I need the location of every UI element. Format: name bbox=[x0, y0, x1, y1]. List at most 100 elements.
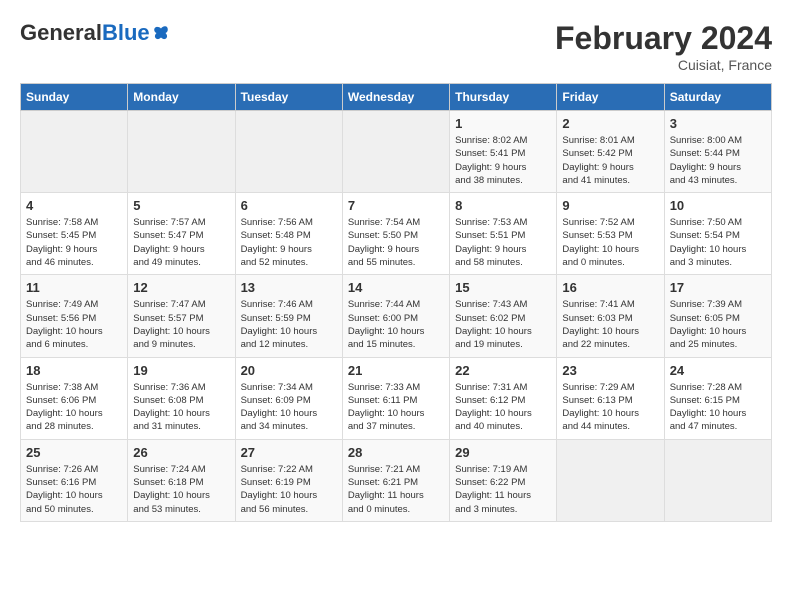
logo: GeneralBlue bbox=[20, 20, 170, 46]
weekday-header-friday: Friday bbox=[557, 84, 664, 111]
calendar-day-cell: 14 Sunrise: 7:44 AM Sunset: 6:00 PM Dayli… bbox=[342, 275, 449, 357]
day-number: 14 bbox=[348, 280, 444, 295]
day-number: 7 bbox=[348, 198, 444, 213]
weekday-header-saturday: Saturday bbox=[664, 84, 771, 111]
logo-blue: Blue bbox=[102, 20, 150, 46]
day-number: 5 bbox=[133, 198, 229, 213]
calendar-day-cell: 9Sunrise: 7:52 AM Sunset: 5:53 PM Daylig… bbox=[557, 193, 664, 275]
day-info: Sunrise: 7:49 AM Sunset: 5:56 PM Dayligh… bbox=[26, 298, 122, 351]
day-info: Sunrise: 7:38 AM Sunset: 6:06 PM Dayligh… bbox=[26, 381, 122, 434]
day-info: Sunrise: 8:01 AM Sunset: 5:42 PM Dayligh… bbox=[562, 134, 658, 187]
day-number: 11 bbox=[26, 280, 122, 295]
day-number: 21 bbox=[348, 363, 444, 378]
calendar-day-cell bbox=[21, 111, 128, 193]
day-info: Sunrise: 7:46 AM Sunset: 5:59 PM Dayligh… bbox=[241, 298, 337, 351]
day-info: Sunrise: 7:43 AM Sunset: 6:02 PM Dayligh… bbox=[455, 298, 551, 351]
calendar-day-cell: 2 Sunrise: 8:01 AM Sunset: 5:42 PM Daylig… bbox=[557, 111, 664, 193]
day-info: Sunrise: 7:44 AM Sunset: 6:00 PM Dayligh… bbox=[348, 298, 444, 351]
day-number: 6 bbox=[241, 198, 337, 213]
calendar-day-cell: 6 Sunrise: 7:56 AM Sunset: 5:48 PM Daylig… bbox=[235, 193, 342, 275]
calendar-day-cell: 23Sunrise: 7:29 AM Sunset: 6:13 PM Dayli… bbox=[557, 357, 664, 439]
calendar-week-row: 18 Sunrise: 7:38 AM Sunset: 6:06 PM Dayli… bbox=[21, 357, 772, 439]
calendar-week-row: 4 Sunrise: 7:58 AM Sunset: 5:45 PM Daylig… bbox=[21, 193, 772, 275]
day-number: 19 bbox=[133, 363, 229, 378]
calendar-header-row: SundayMondayTuesdayWednesdayThursdayFrid… bbox=[21, 84, 772, 111]
calendar-day-cell: 12 Sunrise: 7:47 AM Sunset: 5:57 PM Dayli… bbox=[128, 275, 235, 357]
day-number: 18 bbox=[26, 363, 122, 378]
logo-text: GeneralBlue bbox=[20, 20, 170, 46]
day-number: 13 bbox=[241, 280, 337, 295]
day-info: Sunrise: 7:33 AM Sunset: 6:11 PM Dayligh… bbox=[348, 381, 444, 434]
calendar-day-cell: 28 Sunrise: 7:21 AM Sunset: 6:21 PM Dayli… bbox=[342, 439, 449, 521]
weekday-header-monday: Monday bbox=[128, 84, 235, 111]
day-number: 29 bbox=[455, 445, 551, 460]
day-info: Sunrise: 7:50 AM Sunset: 5:54 PM Dayligh… bbox=[670, 216, 766, 269]
day-number: 3 bbox=[670, 116, 766, 131]
day-number: 24 bbox=[670, 363, 766, 378]
day-info: Sunrise: 7:54 AM Sunset: 5:50 PM Dayligh… bbox=[348, 216, 444, 269]
day-number: 8 bbox=[455, 198, 551, 213]
calendar-day-cell bbox=[235, 111, 342, 193]
day-info: Sunrise: 7:28 AM Sunset: 6:15 PM Dayligh… bbox=[670, 381, 766, 434]
month-year-title: February 2024 bbox=[555, 20, 772, 57]
calendar-table: SundayMondayTuesdayWednesdayThursdayFrid… bbox=[20, 83, 772, 522]
calendar-day-cell: 22Sunrise: 7:31 AM Sunset: 6:12 PM Dayli… bbox=[450, 357, 557, 439]
day-number: 23 bbox=[562, 363, 658, 378]
calendar-day-cell: 16 Sunrise: 7:41 AM Sunset: 6:03 PM Dayli… bbox=[557, 275, 664, 357]
day-number: 4 bbox=[26, 198, 122, 213]
day-info: Sunrise: 7:34 AM Sunset: 6:09 PM Dayligh… bbox=[241, 381, 337, 434]
calendar-week-row: 25 Sunrise: 7:26 AM Sunset: 6:16 PM Dayli… bbox=[21, 439, 772, 521]
day-number: 27 bbox=[241, 445, 337, 460]
calendar-day-cell: 4 Sunrise: 7:58 AM Sunset: 5:45 PM Daylig… bbox=[21, 193, 128, 275]
day-number: 1 bbox=[455, 116, 551, 131]
calendar-day-cell: 26 Sunrise: 7:24 AM Sunset: 6:18 PM Dayli… bbox=[128, 439, 235, 521]
logo-general: General bbox=[20, 20, 102, 46]
calendar-day-cell bbox=[342, 111, 449, 193]
day-number: 20 bbox=[241, 363, 337, 378]
day-number: 10 bbox=[670, 198, 766, 213]
calendar-day-cell: 24 Sunrise: 7:28 AM Sunset: 6:15 PM Dayli… bbox=[664, 357, 771, 439]
day-info: Sunrise: 7:53 AM Sunset: 5:51 PM Dayligh… bbox=[455, 216, 551, 269]
title-block: February 2024 Cuisiat, France bbox=[555, 20, 772, 73]
day-number: 15 bbox=[455, 280, 551, 295]
calendar-day-cell bbox=[128, 111, 235, 193]
weekday-header-wednesday: Wednesday bbox=[342, 84, 449, 111]
day-info: Sunrise: 7:39 AM Sunset: 6:05 PM Dayligh… bbox=[670, 298, 766, 351]
calendar-day-cell: 25 Sunrise: 7:26 AM Sunset: 6:16 PM Dayli… bbox=[21, 439, 128, 521]
day-number: 25 bbox=[26, 445, 122, 460]
day-info: Sunrise: 7:21 AM Sunset: 6:21 PM Dayligh… bbox=[348, 463, 444, 516]
calendar-day-cell: 1Sunrise: 8:02 AM Sunset: 5:41 PM Daylig… bbox=[450, 111, 557, 193]
calendar-day-cell: 15 Sunrise: 7:43 AM Sunset: 6:02 PM Dayli… bbox=[450, 275, 557, 357]
day-info: Sunrise: 7:41 AM Sunset: 6:03 PM Dayligh… bbox=[562, 298, 658, 351]
day-info: Sunrise: 7:22 AM Sunset: 6:19 PM Dayligh… bbox=[241, 463, 337, 516]
calendar-week-row: 1Sunrise: 8:02 AM Sunset: 5:41 PM Daylig… bbox=[21, 111, 772, 193]
day-info: Sunrise: 7:36 AM Sunset: 6:08 PM Dayligh… bbox=[133, 381, 229, 434]
day-info: Sunrise: 7:26 AM Sunset: 6:16 PM Dayligh… bbox=[26, 463, 122, 516]
day-number: 16 bbox=[562, 280, 658, 295]
page-header: GeneralBlue February 2024 Cuisiat, Franc… bbox=[20, 20, 772, 73]
calendar-day-cell bbox=[557, 439, 664, 521]
calendar-day-cell: 17 Sunrise: 7:39 AM Sunset: 6:05 PM Dayli… bbox=[664, 275, 771, 357]
location-subtitle: Cuisiat, France bbox=[555, 57, 772, 73]
calendar-day-cell: 3 Sunrise: 8:00 AM Sunset: 5:44 PM Daylig… bbox=[664, 111, 771, 193]
calendar-day-cell bbox=[664, 439, 771, 521]
calendar-week-row: 11 Sunrise: 7:49 AM Sunset: 5:56 PM Dayli… bbox=[21, 275, 772, 357]
day-number: 28 bbox=[348, 445, 444, 460]
day-number: 26 bbox=[133, 445, 229, 460]
day-number: 12 bbox=[133, 280, 229, 295]
day-number: 22 bbox=[455, 363, 551, 378]
day-info: Sunrise: 7:52 AM Sunset: 5:53 PM Dayligh… bbox=[562, 216, 658, 269]
weekday-header-tuesday: Tuesday bbox=[235, 84, 342, 111]
day-info: Sunrise: 8:00 AM Sunset: 5:44 PM Dayligh… bbox=[670, 134, 766, 187]
day-info: Sunrise: 7:24 AM Sunset: 6:18 PM Dayligh… bbox=[133, 463, 229, 516]
day-info: Sunrise: 7:56 AM Sunset: 5:48 PM Dayligh… bbox=[241, 216, 337, 269]
day-info: Sunrise: 7:47 AM Sunset: 5:57 PM Dayligh… bbox=[133, 298, 229, 351]
calendar-day-cell: 5 Sunrise: 7:57 AM Sunset: 5:47 PM Daylig… bbox=[128, 193, 235, 275]
calendar-day-cell: 27 Sunrise: 7:22 AM Sunset: 6:19 PM Dayli… bbox=[235, 439, 342, 521]
logo-bird-icon bbox=[152, 24, 170, 42]
day-number: 2 bbox=[562, 116, 658, 131]
calendar-day-cell: 13 Sunrise: 7:46 AM Sunset: 5:59 PM Dayli… bbox=[235, 275, 342, 357]
day-info: Sunrise: 7:57 AM Sunset: 5:47 PM Dayligh… bbox=[133, 216, 229, 269]
day-info: Sunrise: 7:58 AM Sunset: 5:45 PM Dayligh… bbox=[26, 216, 122, 269]
day-number: 17 bbox=[670, 280, 766, 295]
